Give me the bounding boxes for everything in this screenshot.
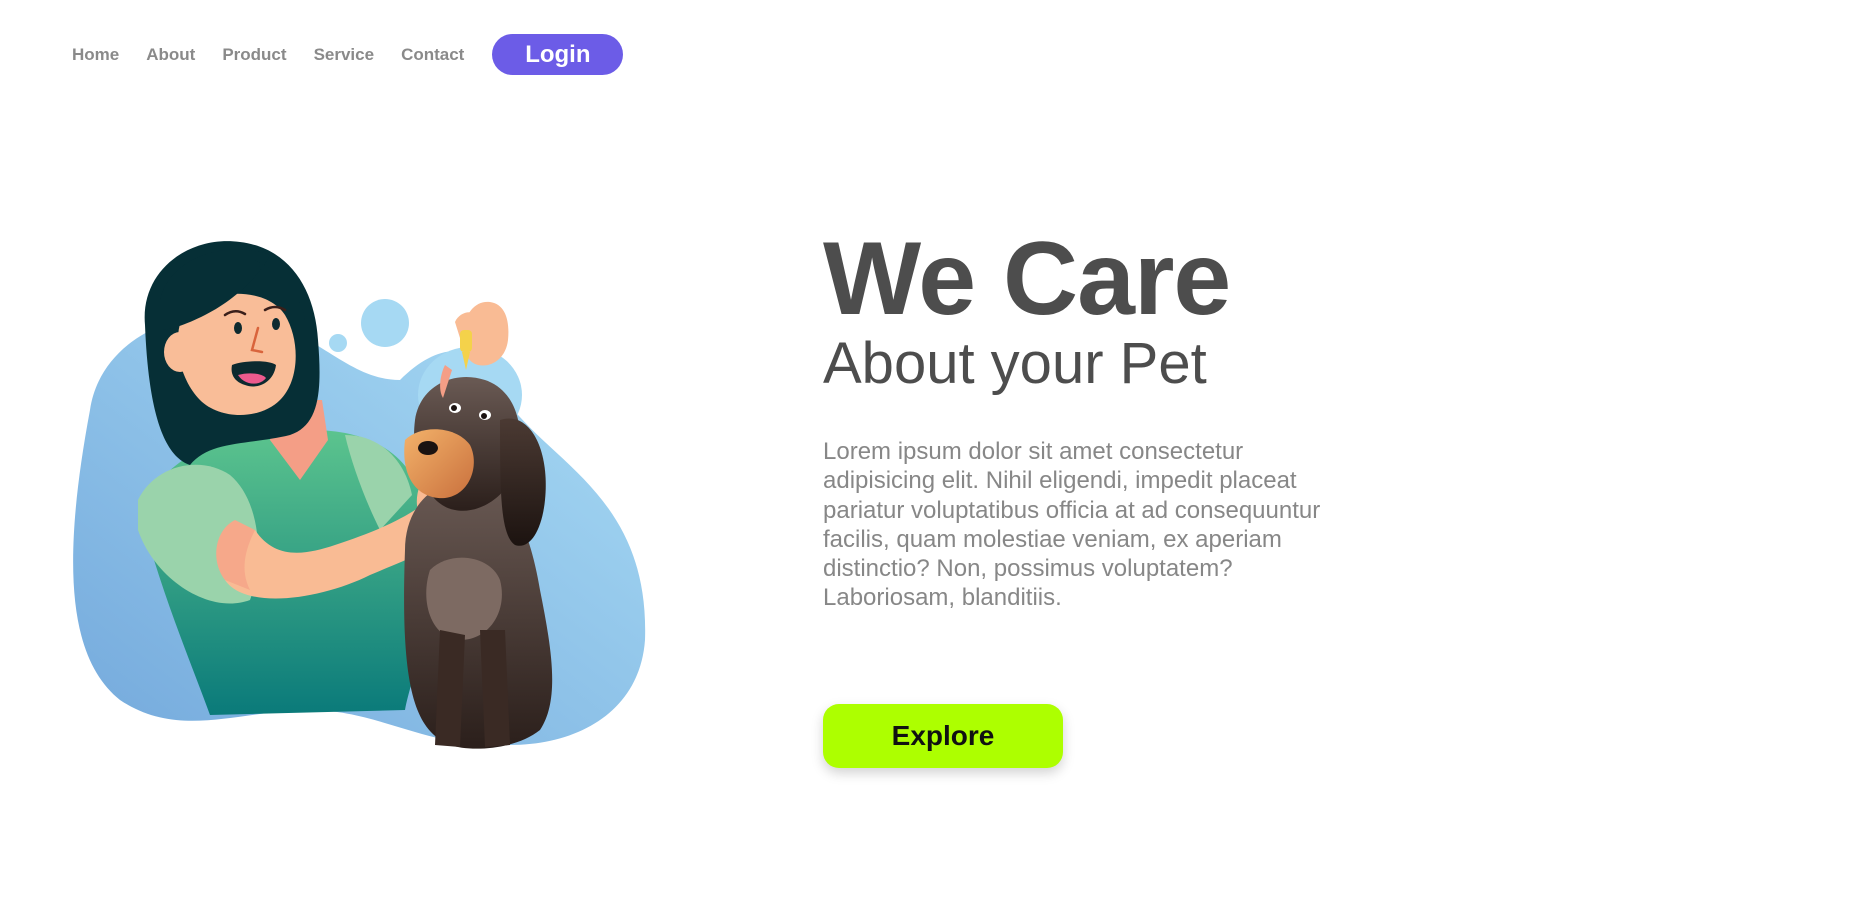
hero-subheadline: About your Pet — [823, 331, 1207, 396]
woman-and-dog-illustration — [73, 241, 646, 749]
top-nav: Home About Product Service Contact Login — [72, 34, 624, 75]
hero-text-block: We Care About your Pet Lorem ipsum dolor… — [823, 225, 1363, 613]
nav-link-service[interactable]: Service — [314, 35, 375, 75]
hero-headline: We Care — [823, 221, 1231, 337]
hero-body-text: Lorem ipsum dolor sit amet consectetur a… — [823, 438, 1321, 612]
nav-link-contact[interactable]: Contact — [401, 35, 464, 75]
explore-button[interactable]: Explore — [823, 704, 1063, 768]
landing-page: Home About Product Service Contact Login — [0, 0, 1850, 907]
nav-link-about[interactable]: About — [146, 35, 195, 75]
nav-link-home[interactable]: Home — [72, 35, 119, 75]
nav-link-product[interactable]: Product — [222, 35, 286, 75]
login-button[interactable]: Login — [492, 34, 624, 75]
hero-illustration — [60, 230, 660, 760]
